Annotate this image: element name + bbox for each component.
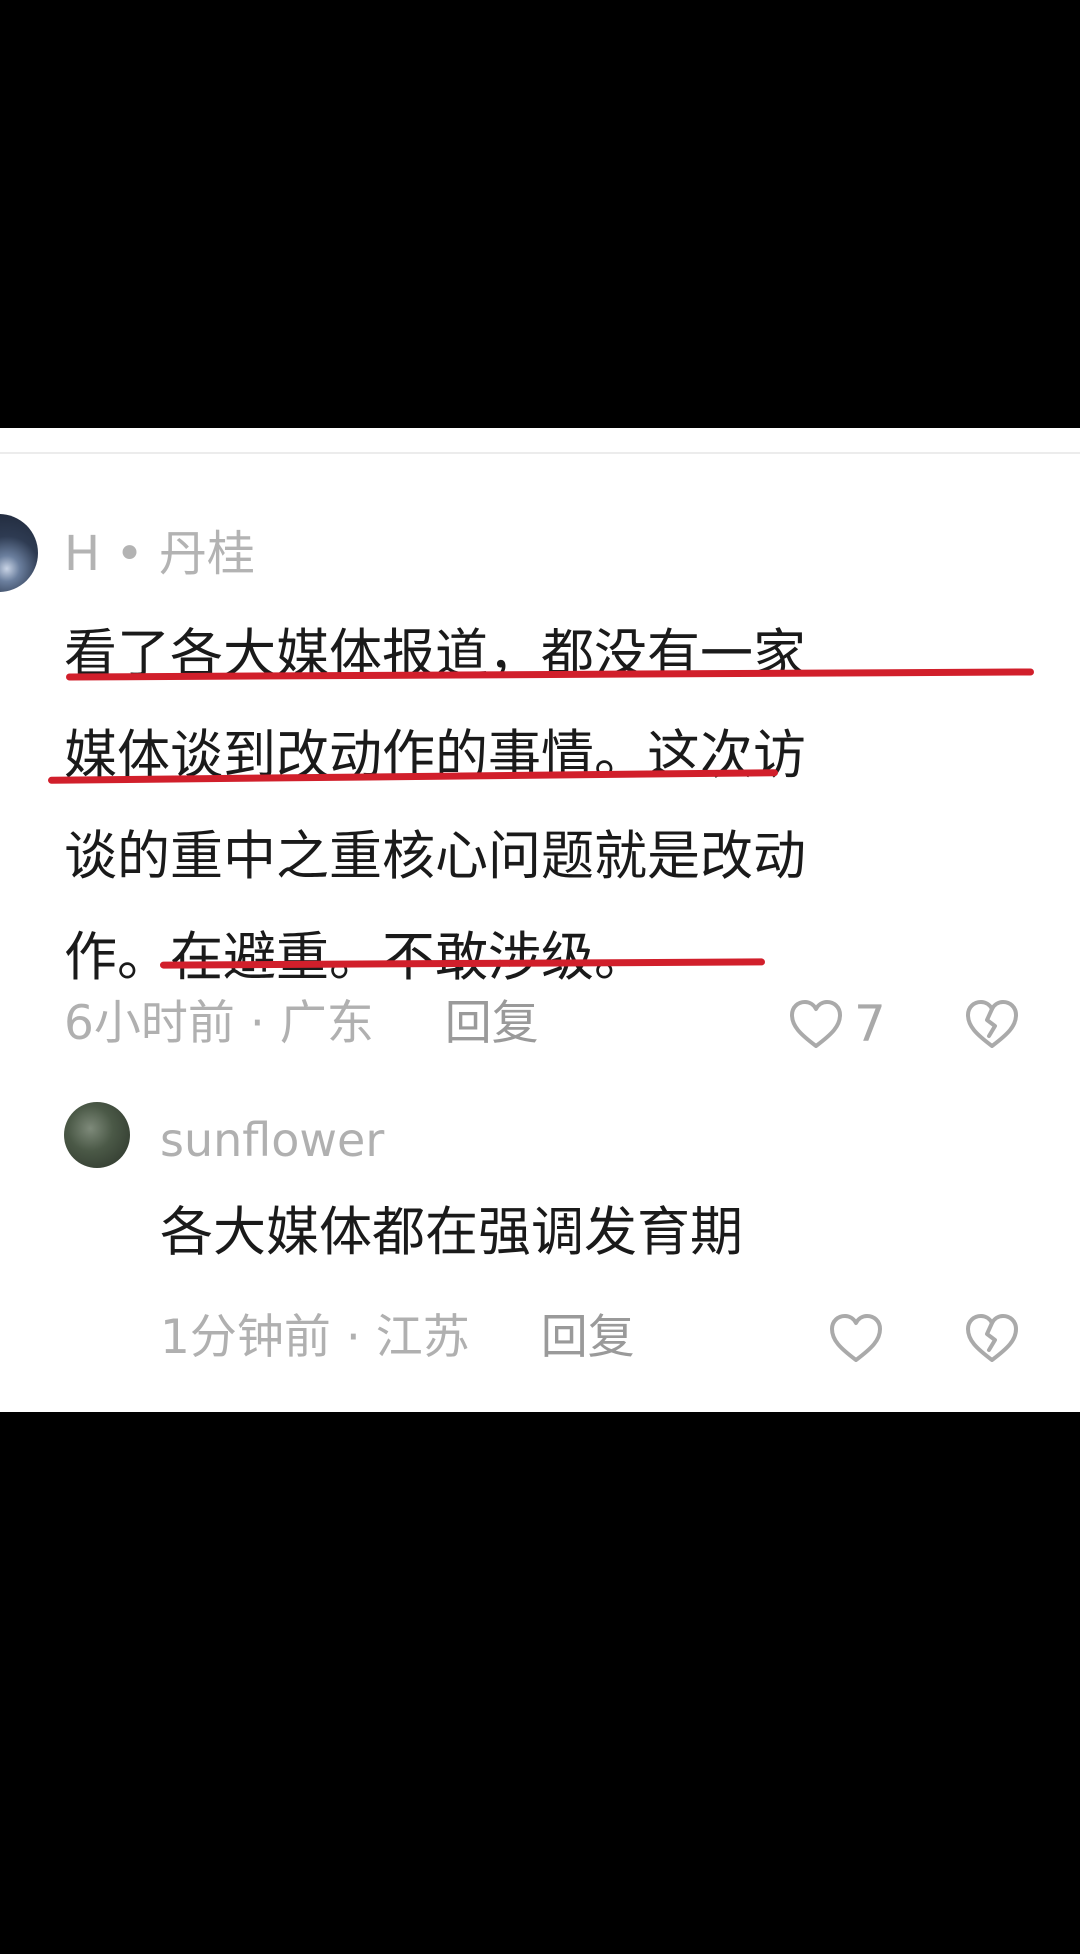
comment-meta: 6小时前 · 广东 回复 bbox=[64, 994, 539, 1054]
reply-meta: 1分钟前 · 江苏 回复 bbox=[160, 1308, 635, 1368]
reply-text: 各大媒体都在强调发育期 bbox=[160, 1202, 743, 1263]
comment-panel: H • 丹桂 看了各大媒体报道，都没有一家 媒体谈到改动作的事情。这次访 谈的重… bbox=[0, 428, 1080, 1412]
reply-username[interactable]: sunflower bbox=[160, 1110, 384, 1170]
comment-line: 媒体谈到改动作的事情。这次访 bbox=[64, 725, 806, 786]
reply-avatar[interactable] bbox=[64, 1102, 130, 1168]
comment-username[interactable]: H • 丹桂 bbox=[64, 524, 255, 584]
comment-line: 作。在避重。不敢涉级。 bbox=[64, 927, 647, 988]
broken-heart-icon[interactable] bbox=[964, 998, 1020, 1050]
heart-outline-icon[interactable] bbox=[828, 1312, 884, 1364]
comment-line: 看了各大媒体报道，都没有一家 bbox=[64, 624, 806, 685]
heart-outline-icon[interactable] bbox=[788, 998, 844, 1050]
like-count: 7 bbox=[854, 995, 886, 1053]
divider bbox=[0, 452, 1080, 454]
reply-time-location: 1分钟前 · 江苏 bbox=[160, 1310, 470, 1365]
reply-button[interactable]: 回复 bbox=[445, 994, 539, 1054]
avatar[interactable] bbox=[0, 514, 38, 592]
broken-heart-icon[interactable] bbox=[964, 1312, 1020, 1364]
comment-time-location: 6小时前 · 广东 bbox=[64, 996, 374, 1051]
comment-text: 看了各大媒体报道，都没有一家 媒体谈到改动作的事情。这次访 谈的重中之重核心问题… bbox=[64, 604, 1014, 1008]
comment-line: 谈的重中之重核心问题就是改动 bbox=[64, 826, 806, 887]
reply-reply-button[interactable]: 回复 bbox=[541, 1308, 635, 1368]
